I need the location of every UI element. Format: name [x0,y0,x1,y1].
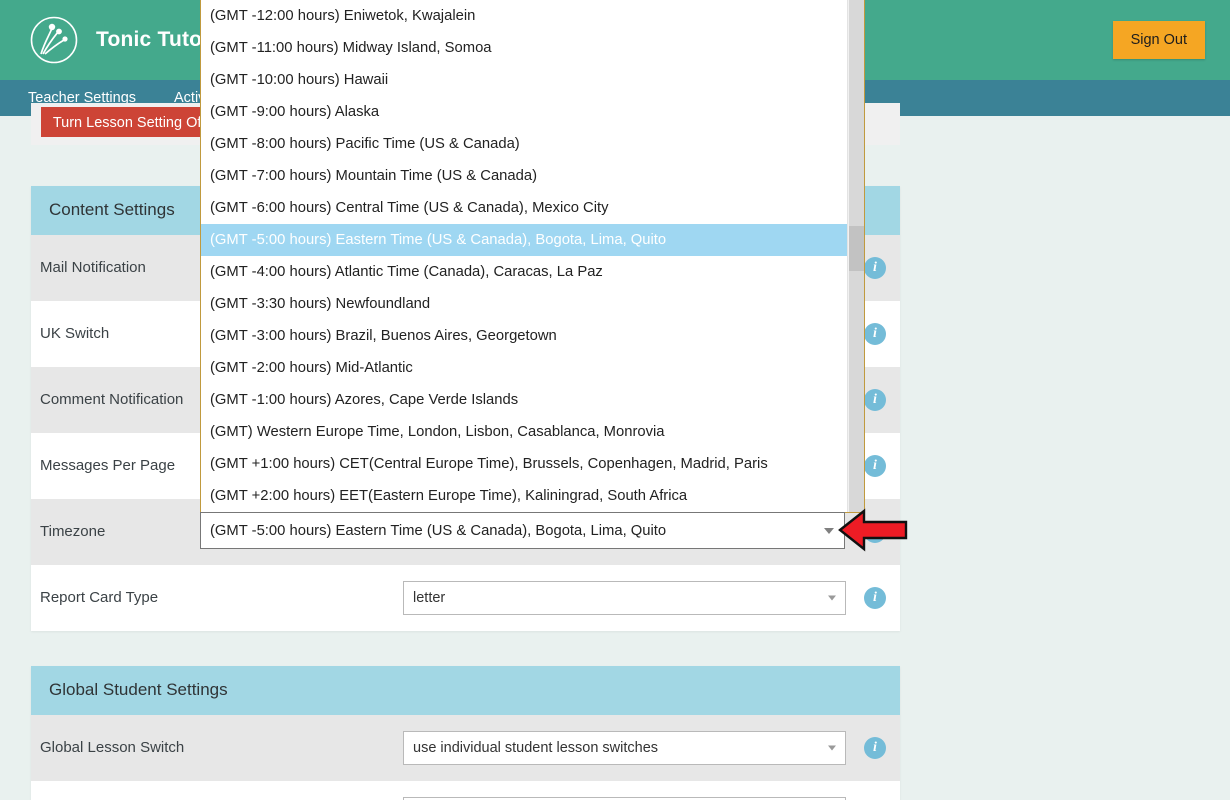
chevron-down-icon [828,595,836,600]
panel-global-student-settings: Global Student Settings Global Lesson Sw… [31,666,900,800]
dropdown-scrollbar[interactable] [847,0,864,512]
timezone-option[interactable]: (GMT -2:00 hours) Mid-Atlantic [201,352,847,384]
info-icon[interactable]: i [864,737,886,759]
timezone-option[interactable]: (GMT +1:00 hours) CET(Central Europe Tim… [201,448,847,480]
timezone-option[interactable]: (GMT -9:00 hours) Alaska [201,96,847,128]
settings-row-next: i [31,781,900,800]
red-left-arrow-icon [838,508,908,557]
report-card-type-select[interactable]: letter [403,581,846,615]
settings-row-report-card-type: Report Card Type letter i [31,565,900,631]
timezone-option[interactable]: (GMT -12:00 hours) Eniwetok, Kwajalein [201,0,847,32]
main-content: Turn Lesson Setting Off Content Settings… [0,0,1230,800]
timezone-option[interactable]: (GMT -7:00 hours) Mountain Time (US & Ca… [201,160,847,192]
info-icon[interactable]: i [864,389,886,411]
timezone-option[interactable]: (GMT -3:00 hours) Brazil, Buenos Aires, … [201,320,847,352]
app-page: Tonic Tutor Sign Out Teacher Settings Ac… [0,0,1230,800]
timezone-select[interactable]: (GMT -5:00 hours) Eastern Time (US & Can… [200,512,845,549]
timezone-option[interactable]: (GMT -3:30 hours) Newfoundland [201,288,847,320]
global-lesson-switch-select[interactable]: use individual student lesson switches [403,731,846,765]
timezone-option[interactable]: (GMT -10:00 hours) Hawaii [201,64,847,96]
chevron-down-icon [828,745,836,750]
select-value: use individual student lesson switches [413,740,658,756]
info-icon[interactable]: i [864,587,886,609]
timezone-dropdown-popup[interactable]: (GMT -12:00 hours) Eniwetok, Kwajalein(G… [200,0,865,513]
timezone-option[interactable]: (GMT -4:00 hours) Atlantic Time (Canada)… [201,256,847,288]
info-icon[interactable]: i [864,455,886,477]
turn-lesson-setting-off-button[interactable]: Turn Lesson Setting Off [41,107,217,137]
timezone-option[interactable]: (GMT -6:00 hours) Central Time (US & Can… [201,192,847,224]
timezone-option-list[interactable]: (GMT -12:00 hours) Eniwetok, Kwajalein(G… [201,0,847,512]
scrollbar-thumb[interactable] [849,226,864,271]
timezone-option[interactable]: (GMT -8:00 hours) Pacific Time (US & Can… [201,128,847,160]
scrollbar-track-bottom[interactable] [849,271,864,512]
timezone-selected-value: (GMT -5:00 hours) Eastern Time (US & Can… [210,523,666,539]
timezone-option[interactable]: (GMT +2:00 hours) EET(Eastern Europe Tim… [201,480,847,512]
timezone-option[interactable]: (GMT -5:00 hours) Eastern Time (US & Can… [201,224,847,256]
info-icon[interactable]: i [864,257,886,279]
timezone-option[interactable]: (GMT -11:00 hours) Midway Island, Somoa [201,32,847,64]
select-value: letter [413,590,445,606]
chevron-down-icon[interactable] [824,528,834,534]
panel-title-global-student-settings: Global Student Settings [31,666,900,715]
timezone-option[interactable]: (GMT -1:00 hours) Azores, Cape Verde Isl… [201,384,847,416]
settings-row-global-lesson-switch: Global Lesson Switch use individual stud… [31,715,900,781]
timezone-option[interactable]: (GMT) Western Europe Time, London, Lisbo… [201,416,847,448]
scrollbar-track-top[interactable] [849,0,864,226]
info-icon[interactable]: i [864,323,886,345]
row-label: Global Lesson Switch [31,738,403,757]
row-label: Report Card Type [31,588,403,607]
